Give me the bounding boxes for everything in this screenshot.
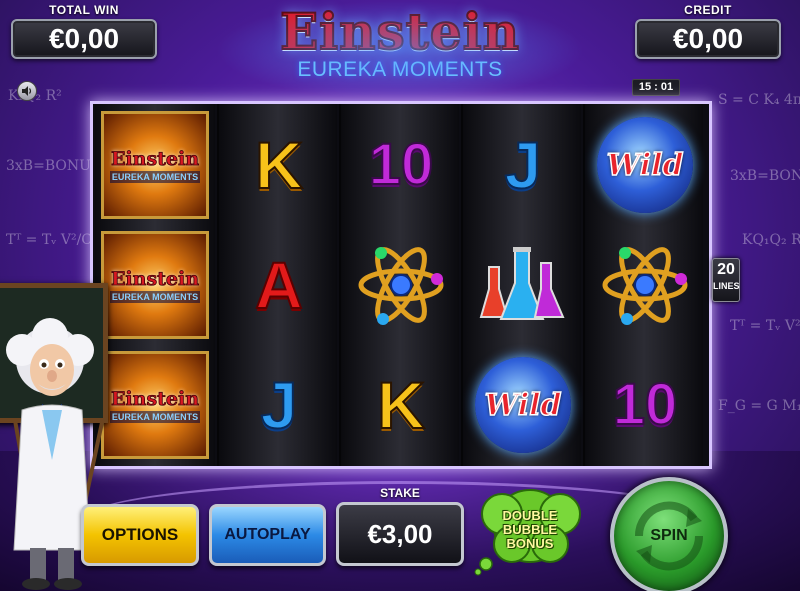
title-main: Einstein <box>279 1 520 62</box>
j-symbol: J <box>260 368 299 442</box>
reel-4: J Wild <box>461 104 581 466</box>
a-symbol: A <box>254 248 304 322</box>
j-symbol: J <box>504 128 543 202</box>
reel-cell <box>463 225 583 345</box>
reel-cell <box>341 225 461 345</box>
credit-meter: CREDIT €0,00 <box>635 3 781 59</box>
reel-cell: J <box>463 105 583 225</box>
double-bubble-bonus-button[interactable]: DOUBLE BUBBLE BONUS <box>472 484 588 576</box>
einstein-logo-symbol: Einstein EUREKA MOMENTS <box>101 111 209 219</box>
k-symbol: K <box>254 128 304 202</box>
reel-cell: J <box>219 345 339 465</box>
atom-icon <box>602 247 688 325</box>
credit-label: CREDIT <box>684 3 732 17</box>
game-title: Einstein EUREKA MOMENTS <box>215 0 585 100</box>
reel-cell: A <box>219 225 339 345</box>
stake-selector[interactable]: €3,00 <box>336 502 464 566</box>
lines-count: 20 <box>717 261 735 278</box>
bubble-bonus-line: DOUBLE <box>502 508 558 523</box>
wild-symbol: Wild <box>475 357 571 453</box>
logo-symbol-title: Einstein <box>110 267 200 290</box>
options-button[interactable]: OPTIONS <box>81 504 199 566</box>
sound-toggle-button[interactable] <box>17 81 37 101</box>
reel-cell <box>585 225 705 345</box>
wild-text: Wild <box>484 387 562 424</box>
logo-symbol-subtitle: EUREKA MOMENTS <box>109 410 201 423</box>
reel-cell: K <box>341 345 461 465</box>
logo-symbol-title: Einstein <box>110 387 200 410</box>
spin-label: SPIN <box>650 527 688 544</box>
spin-button[interactable]: SPIN <box>610 477 728 591</box>
reel-cell: Wild <box>463 345 583 465</box>
background-formula: 3xB=BONUS <box>730 168 800 184</box>
bubble-bonus-line: BUBBLE <box>502 522 558 537</box>
background-formula: 3xB=BONUS <box>6 158 101 174</box>
wild-text: Wild <box>606 147 684 184</box>
ten-symbol: 10 <box>368 132 435 197</box>
einstein-logo-symbol: Einstein EUREKA MOMENTS <box>101 231 209 339</box>
reel-2: K A J <box>217 104 337 466</box>
stake-label: STAKE <box>380 486 420 500</box>
background-formula: S = C K₄ 4πG <box>718 92 800 108</box>
lines-label: LINES <box>713 281 740 291</box>
logo-symbol-title: Einstein <box>110 147 200 170</box>
reel-3: 10 K <box>339 104 459 466</box>
bubble-bonus-text: DOUBLE BUBBLE BONUS <box>472 484 588 576</box>
background-formula: Tᵀ = Tᵥ V²/C² <box>6 232 98 248</box>
ten-symbol: 10 <box>612 372 679 437</box>
bubble-bonus-line: BONUS <box>506 536 554 551</box>
reel-1: Einstein EUREKA MOMENTS Einstein EUREKA … <box>95 104 215 466</box>
reel-cell: K <box>219 105 339 225</box>
wild-symbol: Wild <box>597 117 693 213</box>
title-subtitle: EUREKA MOMENTS <box>297 58 503 81</box>
lines-indicator: 20 LINES <box>712 258 740 302</box>
reels-frame: Einstein EUREKA MOMENTS Einstein EUREKA … <box>90 101 712 469</box>
logo-symbol-subtitle: EUREKA MOMENTS <box>109 170 201 183</box>
logo-symbol-subtitle: EUREKA MOMENTS <box>109 290 201 303</box>
reel-cell: 10 <box>585 345 705 465</box>
speaker-icon <box>22 86 32 96</box>
reel-5: Wild 10 <box>583 104 703 466</box>
flasks-icon <box>479 247 565 320</box>
total-win-value: €0,00 <box>11 19 157 59</box>
atom-icon <box>358 247 444 325</box>
background-formula: KQ₁Q₂ R² <box>742 232 800 248</box>
einstein-logo-symbol: Einstein EUREKA MOMENTS <box>101 351 209 459</box>
total-win-meter: TOTAL WIN €0,00 <box>11 3 157 59</box>
reel-cell: Einstein EUREKA MOMENTS <box>95 225 215 345</box>
reel-cell: Wild <box>585 105 705 225</box>
total-win-label: TOTAL WIN <box>49 3 119 17</box>
reel-cell: Einstein EUREKA MOMENTS <box>95 345 215 465</box>
k-symbol: K <box>376 368 426 442</box>
autoplay-button[interactable]: AUTOPLAY <box>209 504 326 566</box>
reel-cell: 10 <box>341 105 461 225</box>
reel-cell: Einstein EUREKA MOMENTS <box>95 105 215 225</box>
credit-value: €0,00 <box>635 19 781 59</box>
background-formula: F_G = G M₁ R² <box>718 398 800 414</box>
background-formula: Tᵀ = Tᵥ V²/C² <box>730 318 800 334</box>
clock: 15 : 01 <box>632 79 680 96</box>
